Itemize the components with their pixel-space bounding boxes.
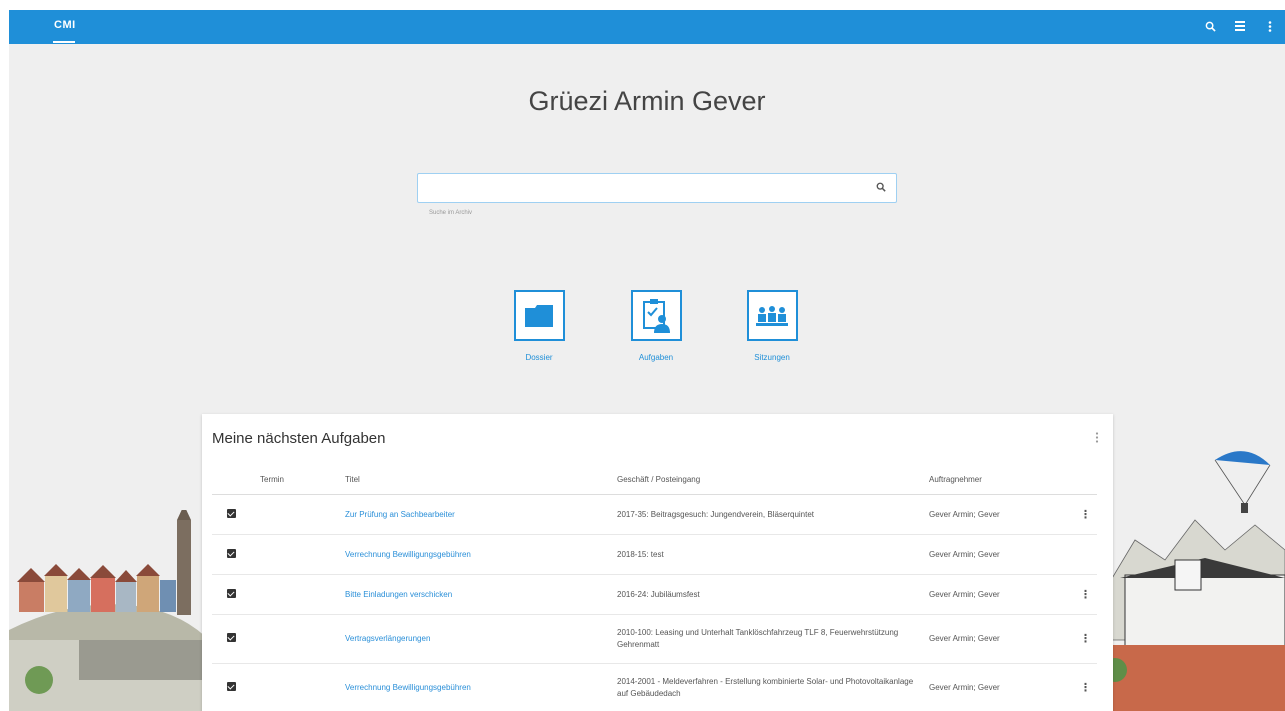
tile-aufgaben[interactable]: Aufgaben — [616, 290, 696, 362]
search-input[interactable] — [428, 180, 876, 196]
header-geschaeft[interactable]: Geschäft / Posteingang — [617, 464, 929, 495]
task-title-link[interactable]: Zur Prüfung an Sachbearbeiter — [345, 494, 617, 535]
row-more-vert-icon[interactable]: ⋮ — [1074, 614, 1097, 664]
cell-termin — [257, 574, 345, 615]
apps-icon[interactable] — [1233, 18, 1247, 34]
village-illustration — [1105, 451, 1285, 711]
task-title-link[interactable]: Verrechnung Bewilligungsgebühren — [345, 663, 617, 711]
top-actions — [1203, 18, 1277, 34]
cell-auftragnehmer: Gever Armin; Gever — [929, 614, 1074, 664]
cell-geschaeft: 2017-35: Beitragsgesuch: Jungendverein, … — [617, 494, 929, 535]
tile-dossier[interactable]: Dossier — [499, 290, 579, 362]
cell-auftragnehmer: Gever Armin; Gever — [929, 494, 1074, 535]
cell-termin — [257, 534, 345, 575]
screen-frame: CMI Grüezi Armin Gever Suche im Archiv D… — [0, 0, 1285, 711]
task-check-icon — [227, 509, 236, 518]
table-row[interactable]: Zur Prüfung an Sachbearbeiter 2017-35: B… — [212, 494, 1097, 535]
task-check-icon — [227, 632, 236, 642]
search-field[interactable] — [417, 173, 897, 203]
cell-geschaeft: 2010-100: Leasing und Unterhalt Tanklösc… — [617, 614, 929, 664]
table-row[interactable]: Vertragsverlängerungen 2010-100: Leasing… — [212, 614, 1097, 664]
tasks-card: Meine nächsten Aufgaben Termin Titel Ges… — [202, 414, 1113, 711]
row-actions-empty — [1074, 534, 1097, 575]
task-clipboard-icon[interactable] — [630, 290, 682, 341]
row-more-vert-icon[interactable]: ⋮ — [1074, 663, 1097, 711]
top-app-bar: CMI — [9, 10, 1285, 44]
header-actions — [1074, 464, 1097, 495]
search-icon[interactable] — [876, 182, 886, 195]
task-check-icon — [227, 589, 236, 598]
table-row[interactable]: Verrechnung Bewilligungsgebühren 2014-20… — [212, 663, 1097, 711]
table-row[interactable]: Bitte Einladungen verschicken 2016-24: J… — [212, 574, 1097, 615]
cell-termin — [257, 663, 345, 711]
search-icon[interactable] — [1203, 18, 1217, 34]
cell-termin — [257, 614, 345, 664]
task-title-link[interactable]: Vertragsverlängerungen — [345, 614, 617, 664]
folder-icon[interactable] — [513, 290, 565, 341]
tile-label[interactable]: Sitzungen — [732, 353, 812, 362]
tasks-table: Termin Titel Geschäft / Posteingang Auft… — [212, 464, 1097, 711]
table-header-row: Termin Titel Geschäft / Posteingang Auft… — [212, 464, 1097, 495]
cell-auftragnehmer: Gever Armin; Gever — [929, 574, 1074, 615]
header-check — [212, 464, 257, 495]
cell-geschaeft: 2018-15: test — [617, 534, 929, 575]
card-title: Meine nächsten Aufgaben — [212, 430, 386, 447]
more-vert-icon[interactable] — [1263, 18, 1277, 34]
tile-label[interactable]: Dossier — [499, 353, 579, 362]
search-hint: Suche im Archiv — [429, 210, 473, 216]
town-illustration — [9, 510, 209, 711]
row-more-vert-icon[interactable]: ⋮ — [1074, 574, 1097, 615]
header-termin[interactable]: Termin — [257, 464, 345, 495]
card-more-vert-icon[interactable] — [1095, 432, 1099, 446]
brand-tab[interactable]: CMI — [54, 19, 76, 31]
task-title-link[interactable]: Verrechnung Bewilligungsgebühren — [345, 534, 617, 575]
cell-geschaeft: 2016-24: Jubiläumsfest — [617, 574, 929, 615]
table-row[interactable]: Verrechnung Bewilligungsgebühren 2018-15… — [212, 534, 1097, 575]
task-title-link[interactable]: Bitte Einladungen verschicken — [345, 574, 617, 615]
header-titel[interactable]: Titel — [345, 464, 617, 495]
app-window: CMI Grüezi Armin Gever Suche im Archiv D… — [9, 10, 1285, 711]
active-tab-indicator — [53, 41, 75, 43]
greeting-heading: Grüezi Armin Gever — [528, 86, 766, 116]
cell-auftragnehmer: Gever Armin; Gever — [929, 534, 1074, 575]
tile-sitzungen[interactable]: Sitzungen — [732, 290, 812, 362]
task-check-icon — [227, 549, 236, 558]
task-check-icon — [227, 681, 236, 691]
cell-auftragnehmer: Gever Armin; Gever — [929, 663, 1074, 711]
header-auftragnehmer[interactable]: Auftragnehmer — [929, 464, 1074, 495]
meeting-people-icon[interactable] — [746, 290, 798, 341]
row-more-vert-icon[interactable]: ⋮ — [1074, 494, 1097, 535]
cell-termin — [257, 494, 345, 535]
cell-geschaeft: 2014-2001 - Meldeverfahren - Erstellung … — [617, 663, 929, 711]
tile-label[interactable]: Aufgaben — [616, 353, 696, 362]
